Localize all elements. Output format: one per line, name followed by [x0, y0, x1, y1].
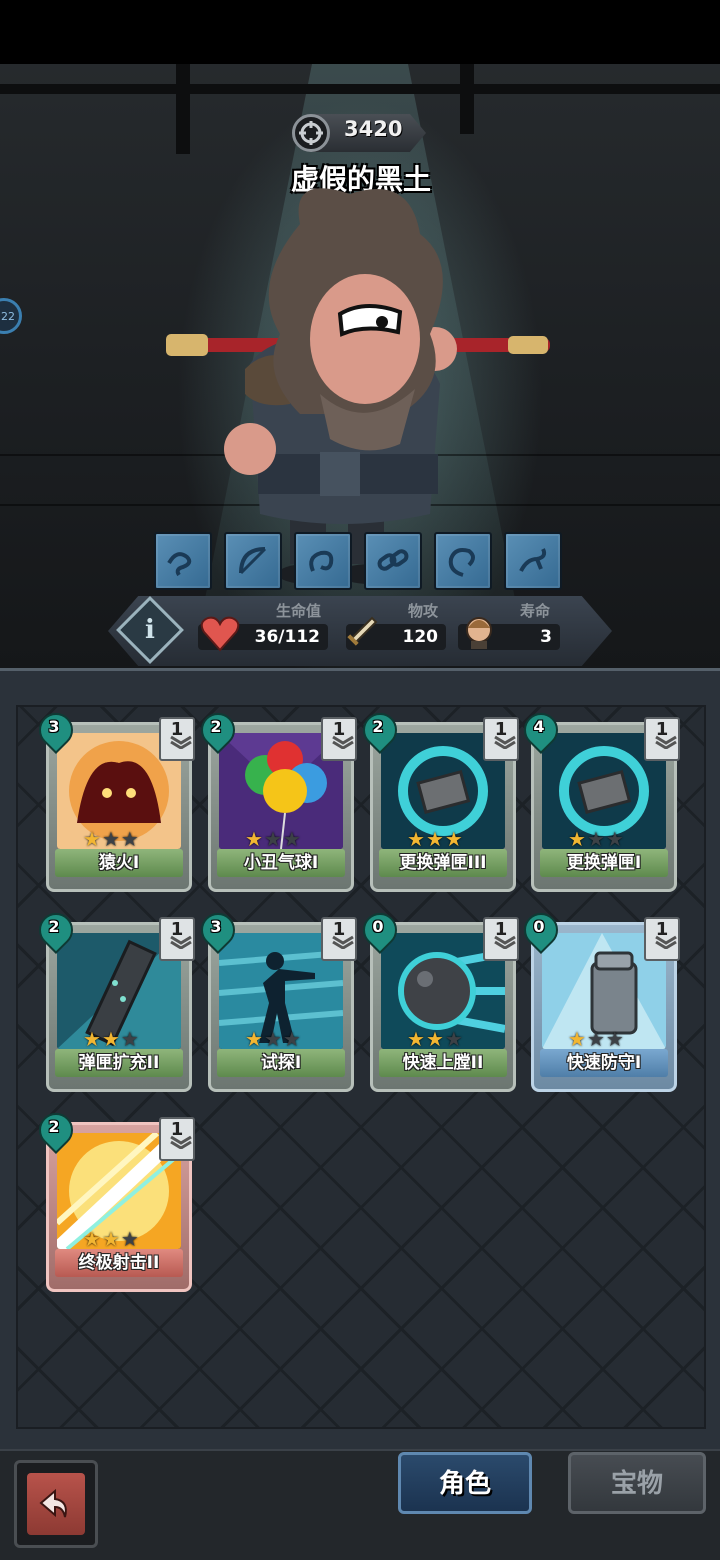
card-name: 快速上膛II [379, 1049, 507, 1077]
star-icon: ★ [101, 827, 120, 851]
crosshair-icon [292, 114, 330, 152]
star-rating: ★ ★ ★ [83, 1229, 139, 1249]
star-icon: ★ [83, 827, 101, 851]
card-name: 小丑气球I [217, 849, 345, 877]
star-icon: ★ [263, 1027, 282, 1051]
power-value: 3420 [344, 117, 403, 141]
card-name: 试探I [217, 1049, 345, 1077]
chain-rune-icon[interactable] [364, 532, 422, 590]
monk-portrait-icon [466, 617, 492, 649]
side-level-badge[interactable]: 22 [0, 298, 22, 334]
star-icon: ★ [282, 827, 301, 851]
card-name: 猿火I [55, 849, 183, 877]
life-label: 寿命 [520, 602, 551, 620]
star-icon: ★ [245, 827, 263, 851]
star-icon: ★ [407, 827, 425, 851]
card-cost: 2 [48, 1117, 60, 1136]
card-cost: 2 [210, 717, 222, 736]
card-level: 1 [332, 919, 346, 940]
card-name: 更换弹匣III [379, 849, 507, 877]
boss-scene: 22 3420 虚假的黑土 i 生命值 36/112 物攻 120 寿命 3 [0, 64, 720, 668]
star-rating: ★ ★ ★ [245, 1029, 301, 1049]
arm-rune-icon[interactable] [504, 532, 562, 590]
ceiling-post [176, 64, 190, 154]
tab-character[interactable]: 角色 [398, 1452, 532, 1514]
skill-card[interactable]: ★ ★ ★ 终极射击II 2 1 [31, 1105, 195, 1292]
star-icon: ★ [605, 1027, 624, 1051]
card-level: 1 [170, 1119, 184, 1140]
skill-card[interactable]: ★ ★ ★ 小丑气球I 2 1 [193, 705, 357, 892]
sword-icon [347, 616, 378, 646]
star-icon: ★ [568, 827, 586, 851]
bow-rune-icon[interactable] [224, 532, 282, 590]
card-cost: 2 [48, 917, 60, 936]
star-icon: ★ [101, 1227, 120, 1251]
star-icon: ★ [444, 1027, 463, 1051]
star-rating: ★ ★ ★ [407, 1029, 463, 1049]
star-icon: ★ [120, 1227, 139, 1251]
card-cost: 4 [533, 717, 545, 736]
stats-panel: i 生命值 36/112 物攻 120 寿命 3 [108, 596, 612, 666]
ceiling-beam [0, 84, 720, 94]
skill-card[interactable]: ★ ★ ★ 猿火I 3 1 [31, 705, 195, 892]
card-name: 弹匣扩充II [55, 1049, 183, 1077]
card-level: 1 [170, 719, 184, 740]
star-icon: ★ [83, 1027, 101, 1051]
ceiling-post [460, 64, 474, 134]
star-icon: ★ [568, 1027, 586, 1051]
card-level: 1 [494, 719, 508, 740]
info-icon: i [145, 615, 155, 645]
star-rating: ★ ★ ★ [568, 1029, 624, 1049]
wind-rune-icon[interactable] [154, 532, 212, 590]
tab-treasure[interactable]: 宝物 [568, 1452, 706, 1514]
skill-card[interactable]: ★ ★ ★ 快速上膛II 0 1 [355, 905, 519, 1092]
skill-card[interactable]: ★ ★ ★ 弹匣扩充II 2 1 [31, 905, 195, 1092]
star-rating: ★ ★ ★ [83, 829, 139, 849]
star-icon: ★ [425, 1027, 444, 1051]
card-cost: 2 [372, 717, 384, 736]
star-icon: ★ [605, 827, 624, 851]
star-icon: ★ [263, 827, 282, 851]
skill-card[interactable]: ★ ★ ★ 更换弹匣I 4 1 [516, 705, 680, 892]
star-icon: ★ [586, 1027, 605, 1051]
heart-icon [200, 616, 240, 652]
card-cost: 0 [533, 917, 545, 936]
attack-label: 物攻 [408, 602, 439, 620]
star-icon: ★ [83, 1227, 101, 1251]
skill-card[interactable]: ★ ★ ★ 更换弹匣III 2 1 [355, 705, 519, 892]
star-rating: ★ ★ ★ [245, 829, 301, 849]
back-arrow-icon [27, 1473, 85, 1535]
skill-row [154, 532, 562, 590]
card-level: 1 [494, 919, 508, 940]
star-icon: ★ [586, 827, 605, 851]
card-level: 1 [655, 719, 669, 740]
card-level: 1 [170, 919, 184, 940]
star-icon: ★ [407, 1027, 425, 1051]
star-icon: ★ [120, 827, 139, 851]
skill-card[interactable]: ★ ★ ★ 试探I 3 1 [193, 905, 357, 1092]
card-level: 1 [655, 919, 669, 940]
star-icon: ★ [245, 1027, 263, 1051]
star-icon: ★ [282, 1027, 301, 1051]
card-cost: 3 [48, 717, 60, 736]
star-rating: ★ ★ ★ [83, 1029, 139, 1049]
skill-card[interactable]: ★ ★ ★ 快速防守I 0 1 [516, 905, 680, 1092]
card-name: 快速防守I [540, 1049, 668, 1077]
star-rating: ★ ★ ★ [568, 829, 624, 849]
card-name: 更换弹匣I [540, 849, 668, 877]
back-button[interactable] [14, 1460, 98, 1548]
star-icon: ★ [120, 1027, 139, 1051]
card-name: 终极射击II [55, 1249, 183, 1277]
card-cost: 3 [210, 917, 222, 936]
hp-label: 生命值 [276, 602, 322, 620]
swirl-rune-icon[interactable] [294, 532, 352, 590]
card-level: 1 [332, 719, 346, 740]
card-cost: 0 [372, 917, 384, 936]
star-rating: ★ ★ ★ [407, 829, 463, 849]
spiral-rune-icon[interactable] [434, 532, 492, 590]
star-icon: ★ [444, 827, 463, 851]
status-bar [0, 0, 720, 64]
star-icon: ★ [425, 827, 444, 851]
star-icon: ★ [101, 1027, 120, 1051]
